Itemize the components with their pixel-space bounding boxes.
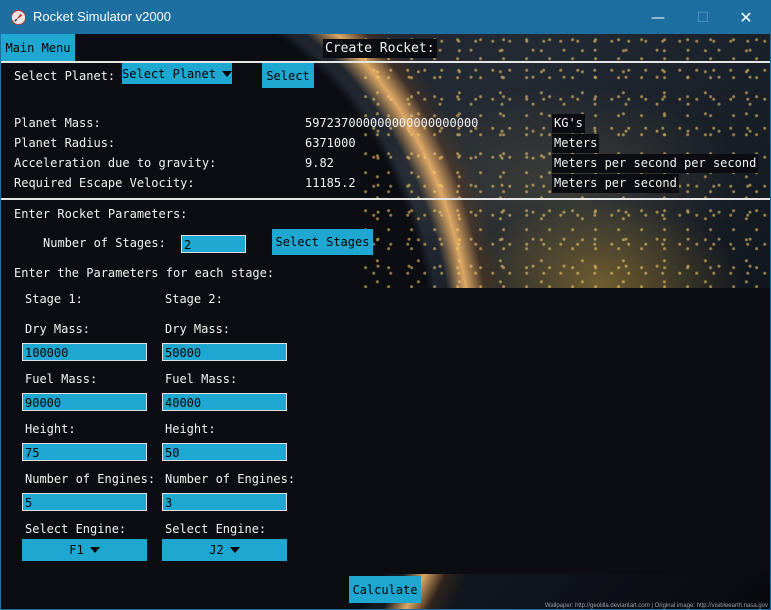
main-menu-button[interactable]: Main Menu xyxy=(1,34,75,61)
stage-2-dry-mass-input[interactable]: 50000 xyxy=(162,343,287,361)
planet-radius-value: 6371000 xyxy=(305,136,356,150)
window-title: Rocket Simulator v2000 xyxy=(33,9,172,24)
rocket-params-heading: Enter Rocket Parameters: xyxy=(12,205,190,224)
planet-radius-unit: Meters xyxy=(552,134,600,153)
stage-2-height-label: Height: xyxy=(165,422,216,436)
chevron-down-icon xyxy=(89,547,100,553)
calculate-button[interactable]: Calculate xyxy=(349,576,421,603)
page-title: Create Rocket: xyxy=(323,39,437,58)
stage-1-engine-dropdown[interactable]: F1 xyxy=(22,539,147,561)
escape-velocity-label: Required Escape Velocity: xyxy=(12,174,197,193)
stage-1-engines-label: Number of Engines: xyxy=(25,472,156,486)
stage-1-fuel-mass-input[interactable]: 90000 xyxy=(22,393,147,411)
select-planet-label: Select Planet: xyxy=(12,67,118,86)
stage-1-dry-mass-input[interactable]: 100000 xyxy=(22,343,147,361)
close-icon: ✕ xyxy=(739,8,753,27)
wallpaper-credit: Wallpaper: http://geolilla.deviantart.co… xyxy=(544,603,768,609)
stage-2-engine-dropdown[interactable]: J2 xyxy=(162,539,287,561)
stage-2-fuel-mass-input[interactable]: 40000 xyxy=(162,393,287,411)
stage-2-height-input[interactable]: 50 xyxy=(162,443,287,461)
stage-2-engine-label: Select Engine: xyxy=(165,522,267,536)
stages-panel: Stage 1: Dry Mass: 100000 Fuel Mass: 900… xyxy=(12,288,770,574)
planet-mass-label: Planet Mass: xyxy=(12,114,103,133)
gravity-unit: Meters per second per second xyxy=(552,154,759,173)
maximize-button[interactable]: ☐ xyxy=(680,1,726,34)
gravity-value: 9.82 xyxy=(305,156,334,170)
divider-middle xyxy=(1,198,770,200)
maximize-icon: ☐ xyxy=(696,9,710,26)
stages-count-input[interactable]: 2 xyxy=(181,235,246,253)
stage-2-engines-label: Number of Engines: xyxy=(165,472,296,486)
stage-1-title: Stage 1: xyxy=(25,292,83,306)
client-area: Main Menu Create Rocket: Select Planet: … xyxy=(1,34,770,609)
stage-1-engine-value: F1 xyxy=(69,543,84,557)
planet-radius-label: Planet Radius: xyxy=(12,134,118,153)
stages-count-label: Number of Stages: xyxy=(41,234,168,253)
planet-mass-unit: KG's xyxy=(552,114,585,133)
minimize-button[interactable]: — xyxy=(635,1,681,34)
stage-1-engines-input[interactable]: 5 xyxy=(22,493,147,511)
escape-velocity-value: 11185.2 xyxy=(305,176,356,190)
stage-1-fuel-mass-label: Fuel Mass: xyxy=(25,372,98,386)
select-stages-button[interactable]: Select Stages xyxy=(272,229,373,255)
rocket-icon xyxy=(11,10,26,25)
stage-2-fuel-mass-label: Fuel Mass: xyxy=(165,372,238,386)
planet-dropdown[interactable]: Select Planet xyxy=(122,63,232,84)
stage-1-dry-mass-label: Dry Mass: xyxy=(25,322,91,336)
close-button[interactable]: ✕ xyxy=(723,1,769,34)
stage-1-height-input[interactable]: 75 xyxy=(22,443,147,461)
stage-2-title: Stage 2: xyxy=(165,292,223,306)
planet-mass-value: 597237000000000000000000 xyxy=(305,116,479,130)
title-bar[interactable]: Rocket Simulator v2000 — ☐ ✕ xyxy=(1,1,770,34)
escape-velocity-unit: Meters per second xyxy=(552,174,679,193)
stage-2-dry-mass-label: Dry Mass: xyxy=(165,322,231,336)
stage-params-heading: Enter the Parameters for each stage: xyxy=(12,264,277,283)
minimize-icon: — xyxy=(651,9,665,26)
planet-dropdown-value: Select Planet xyxy=(122,66,216,81)
select-planet-button[interactable]: Select xyxy=(262,63,314,88)
app-window: Rocket Simulator v2000 — ☐ ✕ Main Menu C… xyxy=(0,0,771,610)
chevron-down-icon xyxy=(229,547,240,553)
gravity-label: Acceleration due to gravity: xyxy=(12,154,219,173)
divider-top xyxy=(1,61,770,63)
stage-2-engines-input[interactable]: 3 xyxy=(162,493,287,511)
stage-2-engine-value: J2 xyxy=(209,543,224,557)
stage-1-engine-label: Select Engine: xyxy=(25,522,127,536)
chevron-down-icon xyxy=(221,70,232,77)
stage-1-height-label: Height: xyxy=(25,422,76,436)
